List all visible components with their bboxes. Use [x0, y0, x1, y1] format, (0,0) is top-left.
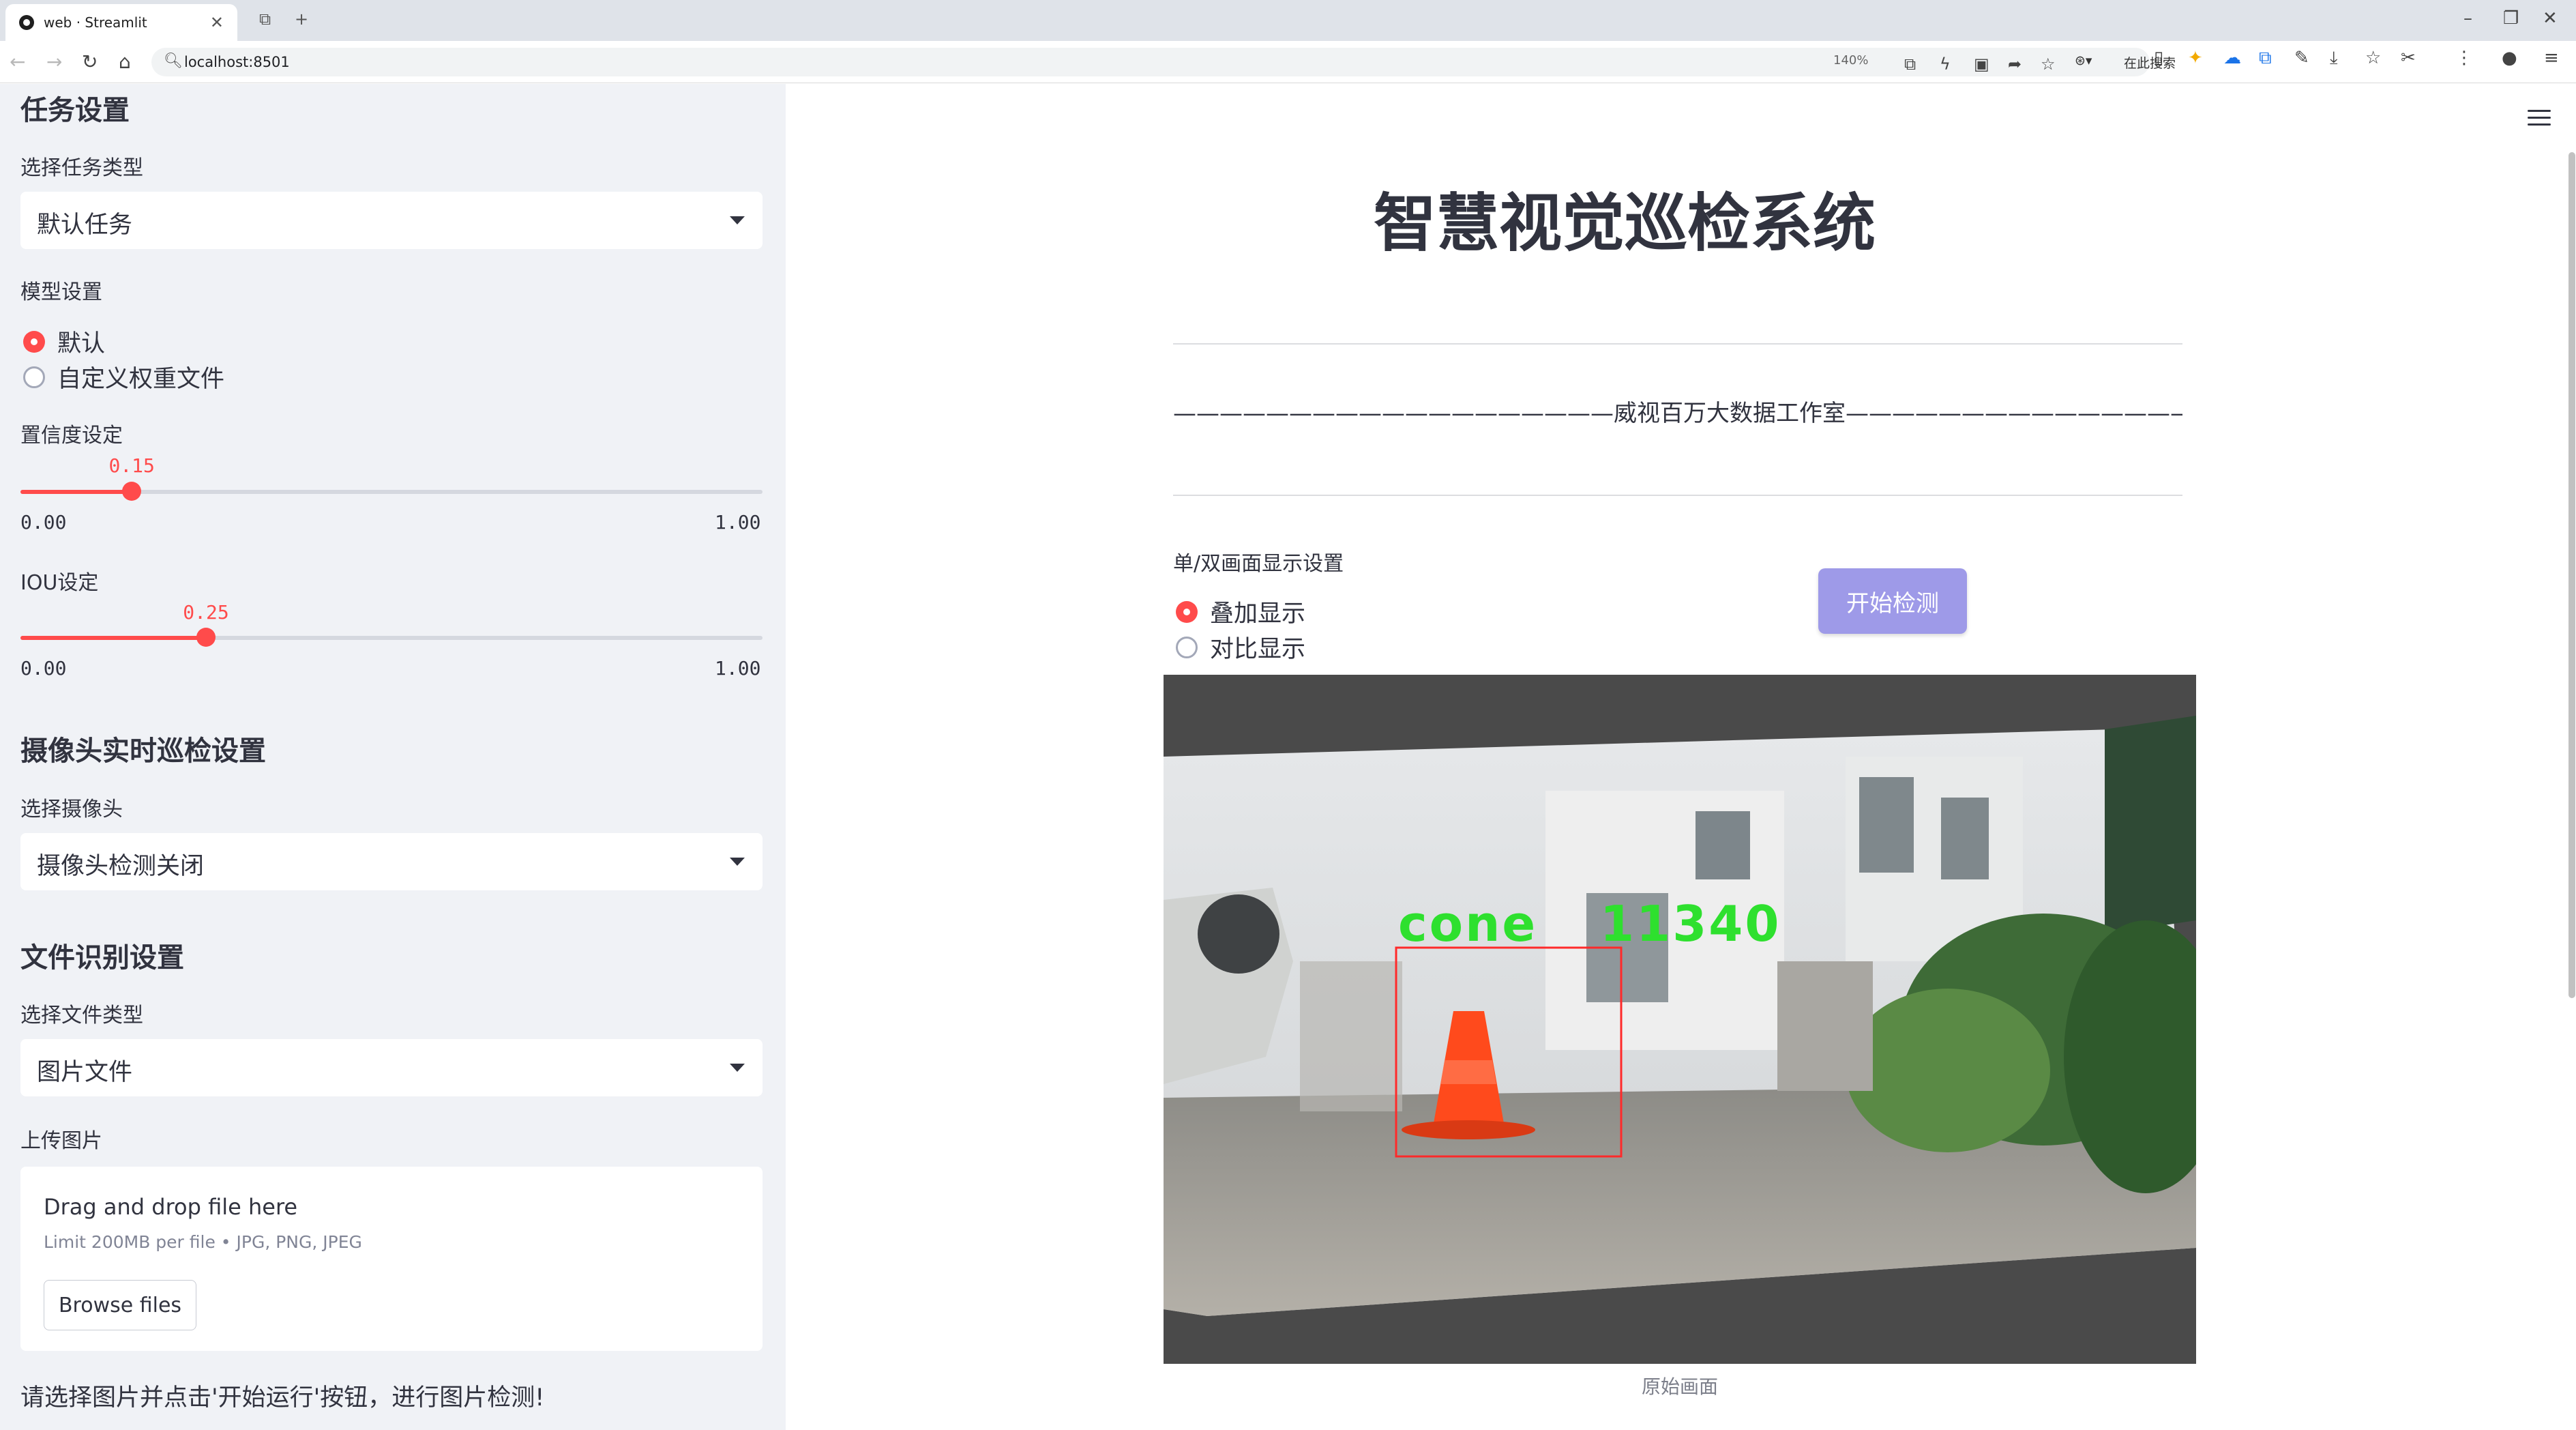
file-type-value: 图片文件	[37, 1059, 133, 1086]
model-option-default[interactable]: 默认	[23, 324, 105, 359]
conf-label: 置信度设定	[20, 424, 123, 448]
dropzone-title: Drag and drop file here	[44, 1194, 298, 1220]
reading-mode-icon[interactable]: ▯	[2154, 48, 2163, 68]
radio-checked-icon[interactable]	[23, 330, 45, 353]
reader-icon[interactable]: ▣	[1974, 55, 1989, 74]
forward-icon[interactable]: →	[46, 50, 62, 73]
page-title: 智慧视觉巡检系统	[1373, 187, 1876, 260]
back-icon[interactable]: ←	[10, 50, 25, 73]
task-heading: 任务设置	[20, 95, 130, 126]
model-option-custom[interactable]: 自定义权重文件	[23, 360, 224, 394]
browser-tab[interactable]: web · Streamlit ✕	[5, 4, 237, 41]
scene-photo	[1164, 716, 2196, 1316]
detection-score: 11340	[1600, 895, 1781, 952]
profile-avatar-icon[interactable]: ●	[2502, 48, 2517, 68]
display-mode-label: 单/双画面显示设置	[1173, 552, 1344, 576]
site-info-icon[interactable]: 🔍︎	[164, 53, 183, 70]
upload-label: 上传图片	[20, 1129, 102, 1153]
radio-unchecked-icon[interactable]	[1176, 636, 1198, 658]
file-type-select[interactable]: 图片文件	[20, 1039, 763, 1096]
task-type-value: 默认任务	[37, 211, 133, 239]
favorites-icon[interactable]: ☆	[2365, 48, 2381, 68]
conf-slider-min: 0.00	[20, 511, 67, 534]
minimize-icon[interactable]: –	[2463, 8, 2472, 29]
tab-close-icon[interactable]: ✕	[210, 13, 224, 32]
hamburger-menu-icon[interactable]	[2528, 110, 2551, 126]
download-icon[interactable]: ⤓	[2330, 48, 2338, 69]
scrollbar[interactable]	[2568, 152, 2575, 998]
home-icon[interactable]: ⌂	[119, 50, 131, 73]
file-heading: 文件识别设置	[20, 942, 184, 974]
chevron-down-icon	[730, 1064, 745, 1072]
tab-groups-icon[interactable]: ⧉	[259, 10, 271, 29]
extension-ai-icon[interactable]: ✦	[2188, 48, 2203, 68]
browser-tabbar: web · Streamlit ✕ ⧉ + – ❐ ✕	[0, 0, 2576, 41]
task-type-label: 选择任务类型	[20, 156, 143, 180]
camera-label: 选择摄像头	[20, 798, 123, 821]
start-detection-button[interactable]: 开始检测	[1818, 568, 1967, 634]
iou-slider-min: 0.00	[20, 657, 67, 680]
iou-slider[interactable]	[20, 628, 763, 647]
screenshot-icon[interactable]: ✂	[2401, 48, 2416, 68]
display-option-overlay[interactable]: 叠加显示	[1176, 594, 1305, 629]
iou-slider-fill	[20, 636, 206, 640]
iou-slider-handle[interactable]	[196, 628, 216, 647]
menu-dots-icon[interactable]: ⋮	[2455, 48, 2473, 68]
sidebar: 任务设置 选择任务类型 默认任务 模型设置 默认 自定义权重文件 置信度设定 0…	[0, 84, 786, 1430]
conf-slider-value: 0.15	[108, 454, 155, 477]
conf-slider-handle[interactable]	[122, 482, 142, 501]
conf-slider-max: 1.00	[715, 511, 761, 534]
browser-toolbar: ← → ↻ ⌂ 🔍︎ localhost:8501 140% ⧉ ϟ ▣ ➦ ☆…	[0, 41, 2576, 83]
browse-files-button[interactable]: Browse files	[44, 1280, 196, 1330]
main-content: 智慧视觉巡检系统 ———————————————————威视百万大数据工作室——…	[786, 84, 2576, 1430]
new-tab-icon[interactable]: +	[295, 10, 308, 29]
browser-menu-icon[interactable]: ≡	[2544, 48, 2559, 68]
detection-image: cone 11340	[1164, 675, 2196, 1364]
file-type-label: 选择文件类型	[20, 1004, 143, 1027]
divider	[1173, 343, 2182, 345]
streamlit-favicon-icon	[19, 15, 34, 30]
share-icon[interactable]: ➦	[2008, 55, 2022, 74]
sidebar-message: 请选择图片并点击'开始运行'按钮，进行图片检测!	[20, 1384, 545, 1412]
extension-translate-icon[interactable]: ⧉	[2259, 48, 2272, 69]
task-type-select[interactable]: 默认任务	[20, 192, 763, 249]
display-option-label: 叠加显示	[1210, 600, 1306, 628]
url-text: localhost:8501	[184, 54, 290, 70]
reload-icon[interactable]: ↻	[82, 50, 98, 73]
camera-select[interactable]: 摄像头检测关闭	[20, 833, 763, 890]
extension-pen-icon[interactable]: ✎	[2294, 48, 2309, 68]
image-caption: 原始画面	[1641, 1375, 1718, 1398]
model-option-label: 自定义权重文件	[57, 366, 225, 393]
iou-slider-value: 0.25	[183, 601, 229, 624]
translate-icon[interactable]: ⧉	[1904, 55, 1916, 74]
dropzone-hint: Limit 200MB per file • JPG, PNG, JPEG	[44, 1232, 362, 1252]
bookmark-star-icon[interactable]: ☆	[2041, 55, 2056, 74]
radio-unchecked-icon[interactable]	[23, 366, 45, 388]
conf-slider-fill	[20, 490, 132, 494]
address-bar[interactable]: 🔍︎ localhost:8501 140% ⧉ ϟ ▣ ➦ ☆ ⊛▾ 在此搜索	[151, 48, 2176, 76]
zoom-level[interactable]: 140%	[1833, 53, 1868, 68]
display-option-compare[interactable]: 对比显示	[1176, 630, 1305, 665]
studio-line: ———————————————————威视百万大数据工作室———————————…	[1173, 400, 2182, 427]
chevron-down-icon	[730, 858, 745, 866]
divider	[1173, 495, 2182, 496]
camera-value: 摄像头检测关闭	[37, 853, 205, 880]
detection-label: cone	[1398, 895, 1537, 952]
lightning-icon[interactable]: ϟ	[1940, 55, 1951, 74]
model-option-label: 默认	[57, 330, 106, 358]
window-close-icon[interactable]: ✕	[2543, 8, 2558, 29]
display-option-label: 对比显示	[1210, 636, 1306, 663]
chevron-down-icon	[730, 216, 745, 224]
camera-heading: 摄像头实时巡检设置	[20, 735, 266, 767]
tab-title: web · Streamlit	[44, 14, 147, 31]
iou-label: IOU设定	[20, 571, 99, 595]
model-label: 模型设置	[20, 280, 102, 304]
extension-cloud-icon[interactable]: ☁	[2223, 48, 2241, 68]
iou-slider-max: 1.00	[715, 657, 761, 680]
restore-icon[interactable]: ❐	[2503, 8, 2519, 29]
file-dropzone[interactable]: Drag and drop file here Limit 200MB per …	[20, 1167, 763, 1351]
radio-checked-icon[interactable]	[1176, 600, 1198, 623]
conf-slider[interactable]	[20, 482, 763, 501]
